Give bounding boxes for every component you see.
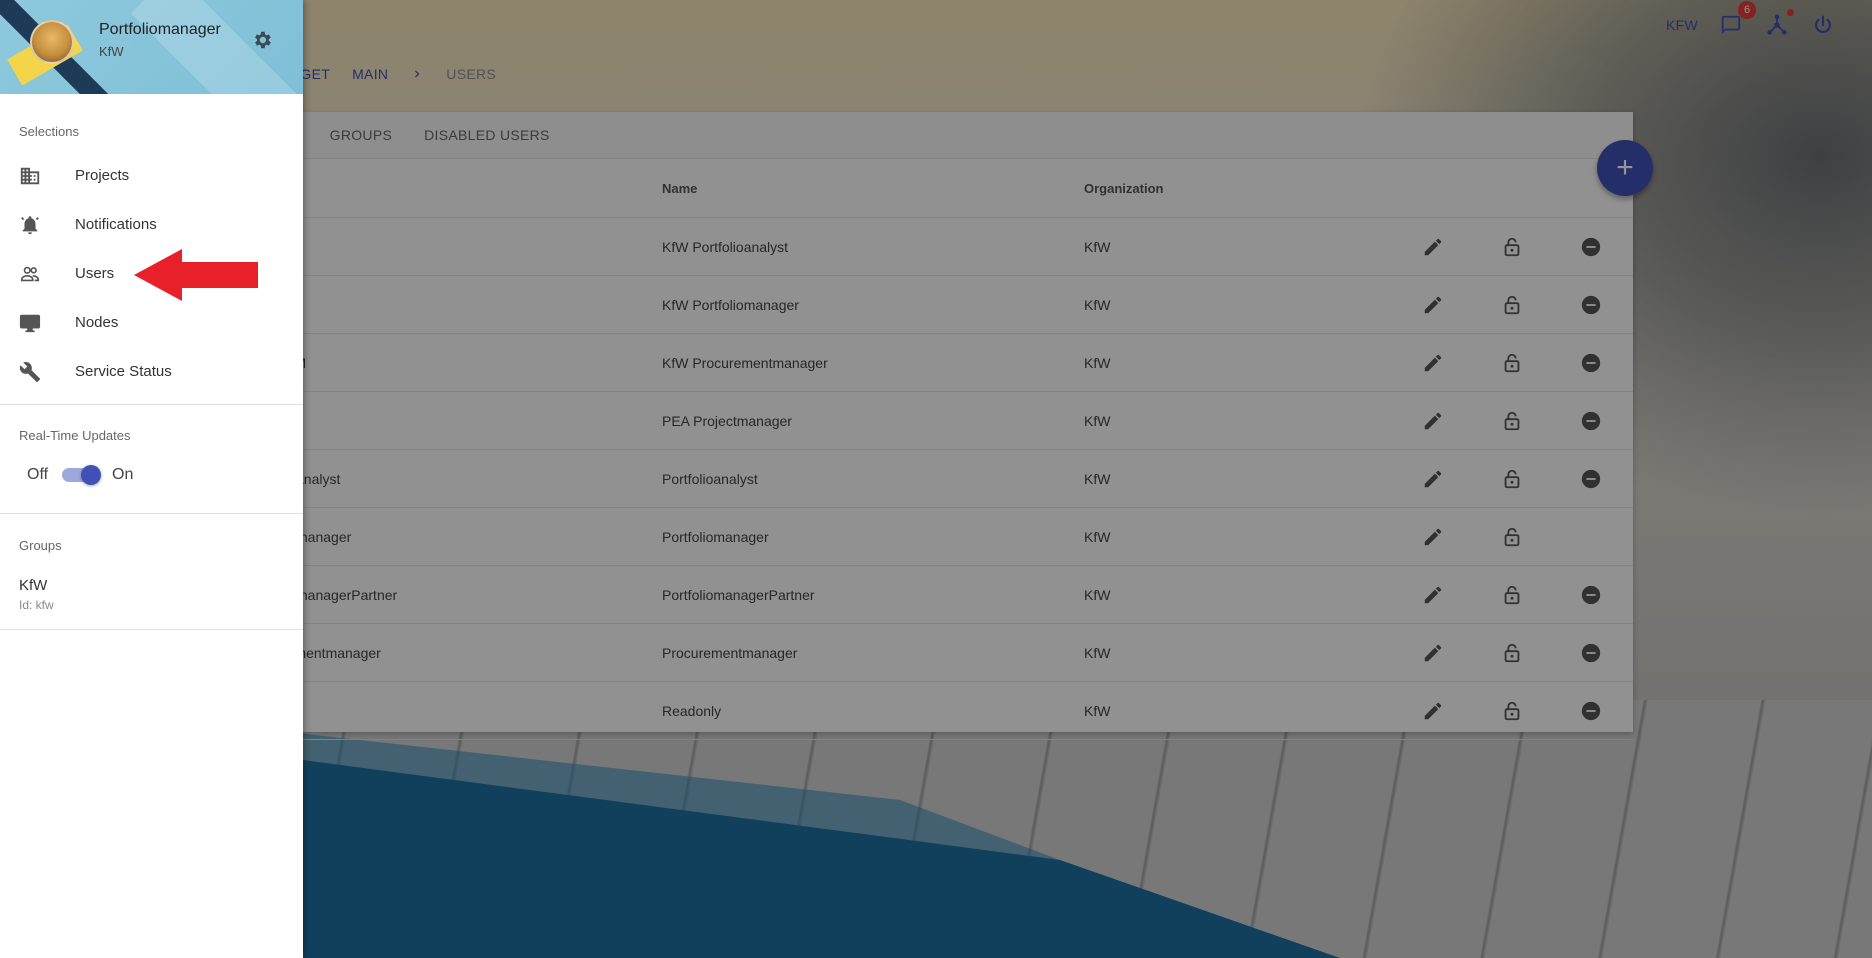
menu-item-nodes[interactable]: Nodes <box>0 298 303 347</box>
selections-title: Selections <box>19 124 79 139</box>
gear-icon <box>255 31 271 49</box>
menu-item-notifications[interactable]: Notifications <box>0 200 303 249</box>
people-icon <box>20 266 40 281</box>
settings-button[interactable] <box>251 29 273 56</box>
groups-title: Groups <box>19 538 62 553</box>
group-name: KfW <box>19 577 48 594</box>
toggle-on-label: On <box>112 466 134 483</box>
building-icon <box>20 167 40 184</box>
avatar <box>30 20 74 64</box>
toggle-off-label: Off <box>27 466 49 483</box>
realtime-updates-title: Real-Time Updates <box>19 428 131 443</box>
group-item-kfw[interactable]: KfW Id: kfw <box>0 577 303 612</box>
side-drawer: Portfoliomanager KfW Selections Projects… <box>0 0 303 958</box>
menu-item-service-status-label: Service Status <box>75 363 172 380</box>
group-id: Id: kfw <box>19 598 54 612</box>
realtime-toggle-row: Off On <box>0 455 303 495</box>
divider <box>0 629 303 630</box>
menu-item-users-label: Users <box>75 265 115 282</box>
menu-item-nodes-label: Nodes <box>75 314 119 331</box>
annotation-arrow-icon <box>134 249 258 301</box>
realtime-updates-switch[interactable] <box>62 465 102 485</box>
wrench-icon <box>19 361 41 382</box>
menu-item-notifications-label: Notifications <box>75 216 157 233</box>
bell-icon <box>21 215 39 234</box>
monitor-icon <box>19 314 41 332</box>
profile-name: Portfoliomanager <box>99 21 221 38</box>
switch-knob <box>81 465 102 485</box>
menu-item-service-status[interactable]: Service Status <box>0 347 303 396</box>
menu-item-projects[interactable]: Projects <box>0 151 303 200</box>
profile-header: Portfoliomanager KfW <box>0 0 303 94</box>
profile-organization: KfW <box>99 44 124 59</box>
menu-item-projects-label: Projects <box>75 167 130 184</box>
